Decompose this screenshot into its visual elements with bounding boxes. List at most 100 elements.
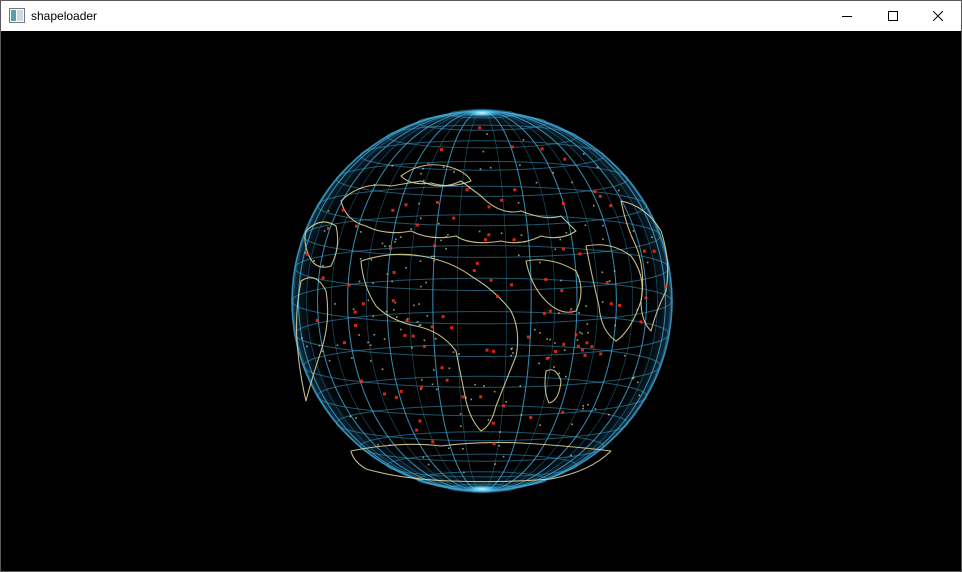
city-marker [353,310,357,314]
city-marker [510,145,514,149]
coastline-dot [489,166,492,169]
city-marker [512,238,516,242]
maximize-icon [888,11,898,21]
coastline-dot [632,230,635,232]
coastline-dot [602,238,604,241]
coastline-dot [534,328,536,331]
city-marker [593,190,597,194]
coastline-dot [372,282,374,284]
city-marker [341,208,345,212]
globe-outline [291,110,673,492]
city-marker [354,324,357,327]
coastline-dot [623,354,626,357]
coastline-dot [438,222,440,225]
city-marker [560,289,564,293]
coastline-dot [564,349,566,351]
coastline-dot [535,181,538,184]
coastline-dot [596,166,599,169]
city-marker [585,341,589,345]
coastline-dot [323,230,326,232]
title-bar[interactable]: shapeloader [1,1,961,31]
coastline-dot [585,305,587,307]
city-marker [394,395,398,399]
coastline-dot [459,413,462,415]
coastline-dot [558,312,560,314]
app-window-icon [9,8,25,23]
city-marker [605,281,609,284]
maximize-button[interactable] [870,1,916,31]
city-marker [652,249,656,253]
coastline-dot [425,281,427,284]
city-marker [321,276,325,280]
coastline-dot [651,236,653,238]
coastline-dot [583,153,585,155]
window-title: shapeloader [31,9,98,23]
city-marker [305,252,309,256]
minimize-button[interactable] [824,1,870,31]
city-marker [418,419,422,423]
coastline-dot [565,375,567,378]
coastline-dot [418,303,420,305]
city-marker [644,296,648,300]
minimize-icon [842,16,852,17]
coastline-dot [552,171,554,174]
city-marker [440,366,444,370]
coastline-dot [420,217,422,220]
coastline-dot [483,385,485,387]
coastline-dot [571,423,573,426]
coastline-dot [447,233,449,236]
coastline-dot [313,260,315,262]
coastline-dot [478,230,481,233]
coastline-dot [577,274,579,277]
city-marker [450,326,454,330]
coastline-dot [633,376,635,379]
coastline-dot [385,310,388,313]
render-viewport[interactable] [1,31,961,571]
coastline-dot [367,341,369,344]
coastline-dot [452,351,455,353]
coastline-dot [321,350,324,353]
coastline-dot [448,447,450,450]
coastline-dot [638,394,641,397]
city-marker [609,302,613,306]
coastline-dot [431,383,434,386]
city-marker [423,344,427,348]
coastline-dot [560,279,562,282]
city-marker [590,345,594,349]
close-icon [933,11,943,21]
city-marker [561,410,565,414]
coastline-dot [391,165,394,167]
coastline-dot [369,344,372,347]
coastline-dot [322,264,324,267]
coastline-dot [587,331,589,334]
coastline-dot [301,337,303,339]
coastline-dot [458,353,460,355]
coastline-dot [576,339,579,341]
city-marker [487,205,491,209]
coastline-dot [420,388,422,390]
coastline-dot [601,301,604,303]
coastline-dot [327,210,330,212]
city-marker [492,349,496,353]
coastline-dot [505,401,507,403]
city-marker [540,147,544,151]
city-marker [415,428,419,432]
coastline-dot [553,366,555,368]
city-marker [392,271,396,274]
city-marker [664,284,668,288]
coastline-dot [520,414,523,416]
coastline-dot [399,236,402,238]
city-marker [389,247,393,250]
coastline-dot [482,150,485,153]
city-marker [569,310,573,314]
city-marker [580,348,584,352]
city-marker [342,341,346,345]
coastline-dot [494,463,496,465]
city-marker [347,283,351,287]
city-marker [489,278,493,282]
coastline-dot [422,167,424,170]
city-marker [399,389,403,393]
close-button[interactable] [915,1,961,31]
city-marker [545,356,549,360]
coastline-dot [493,390,496,393]
